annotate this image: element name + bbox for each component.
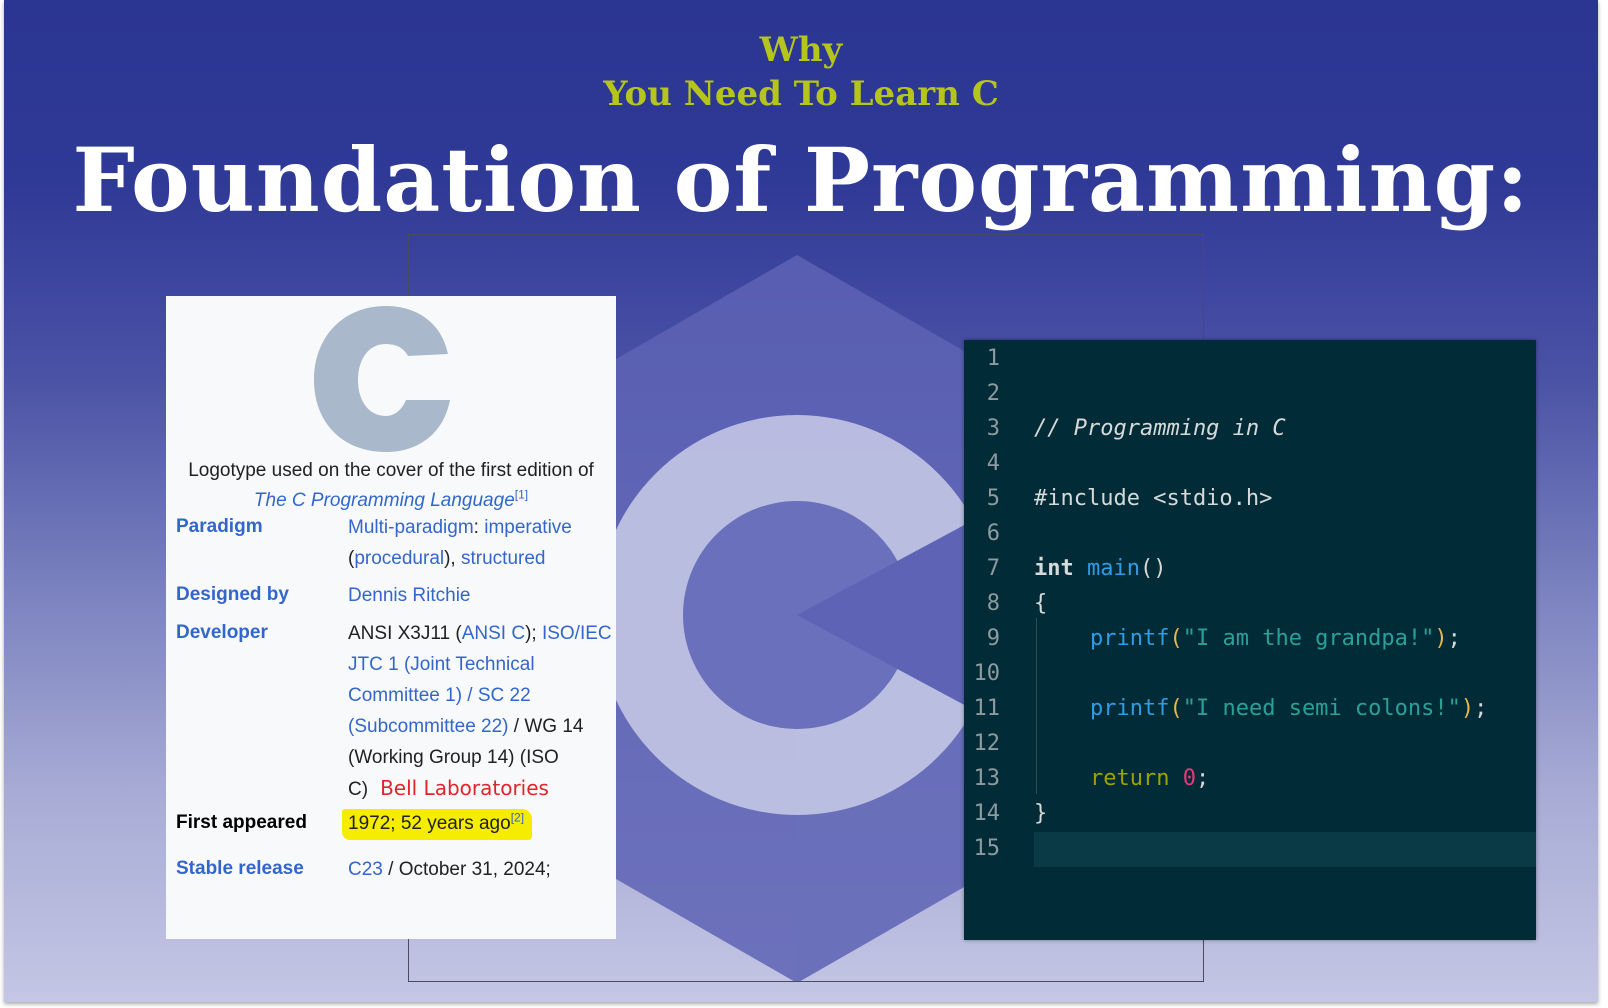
- paradigm-label: Paradigm: [176, 516, 263, 537]
- code-line: 9 printf("I am the grandpa!");: [964, 622, 1536, 657]
- first-appeared-label: First appeared: [176, 812, 307, 833]
- string-literal: "I need semi colons!": [1182, 696, 1461, 721]
- citation-ref-2[interactable]: [2]: [511, 811, 524, 825]
- ansi-c-link[interactable]: ANSI C: [462, 623, 525, 644]
- code-line: 3 // Programming in C: [964, 412, 1536, 447]
- line-number: 12: [973, 731, 1001, 756]
- line-number: 7: [986, 556, 1000, 581]
- line-number: 11: [973, 696, 1001, 721]
- code-line: 13 return 0;: [964, 762, 1536, 797]
- why-subheading: You Need To Learn C: [603, 74, 999, 114]
- code-comment: // Programming in C: [1034, 416, 1286, 441]
- procedural-link[interactable]: procedural: [354, 548, 444, 569]
- code-line: 6: [964, 517, 1536, 552]
- line-number: 1: [986, 346, 1000, 371]
- developer-label: Developer: [176, 622, 268, 643]
- code-editor[interactable]: 1 2 3 // Programming in C 4 5 #include <st…: [964, 340, 1536, 940]
- open-brace: {: [1034, 591, 1048, 616]
- c23-link[interactable]: C23: [348, 859, 383, 880]
- return-keyword: return: [1090, 766, 1170, 791]
- line-number: 6: [986, 521, 1000, 546]
- stable-release-value: C23 / October 31, 2024;: [348, 854, 616, 885]
- code-line: 8{: [964, 587, 1536, 622]
- line-number: 14: [973, 801, 1001, 826]
- developer-text-end: );: [525, 623, 537, 644]
- code-line: 4: [964, 447, 1536, 482]
- close-brace: }: [1034, 801, 1048, 826]
- line-number: 4: [986, 451, 1000, 476]
- code-line: 1: [964, 342, 1536, 377]
- line-number: 15: [973, 836, 1001, 861]
- slide: Why You Need To Learn C Foundation of Pr…: [4, 0, 1598, 1002]
- return-value: 0: [1182, 766, 1196, 791]
- paradigm-value: Multi-paradigm: imperative (procedural),…: [348, 517, 572, 569]
- code-line: 7 int main(): [964, 552, 1536, 587]
- code-line: 14}: [964, 797, 1536, 832]
- developer-text: ANSI X3J11 (: [348, 623, 462, 644]
- string-literal: "I am the grandpa!": [1182, 626, 1435, 651]
- printf-statement-1: printf("I am the grandpa!");: [1090, 626, 1461, 651]
- printf-call: printf: [1090, 696, 1170, 721]
- line-number: 10: [973, 661, 1001, 686]
- book-link[interactable]: The C Programming Language: [254, 490, 515, 511]
- slide-title: Foundation of Programming:: [72, 128, 1530, 232]
- first-appeared-text: 1972; 52 years ago: [348, 813, 511, 834]
- code-line: 11 printf("I need semi colons!");: [964, 692, 1536, 727]
- why-heading: Why: [759, 30, 843, 70]
- line-number: 3: [986, 416, 1000, 441]
- line-number: 8: [986, 591, 1000, 616]
- return-statement: return 0;: [1090, 766, 1209, 791]
- highlighted-year: 1972; 52 years ago[2]: [342, 809, 533, 840]
- wikipedia-infobox: Logotype used on the cover of the first …: [166, 296, 616, 939]
- include-directive: #include <stdio.h>: [1034, 486, 1273, 511]
- int-keyword: int: [1034, 556, 1074, 581]
- parens: (): [1139, 556, 1167, 581]
- stable-release-label: Stable release: [176, 858, 304, 879]
- dennis-ritchie-link[interactable]: Dennis Ritchie: [348, 580, 616, 611]
- caption-text: Logotype used on the cover of the first …: [188, 460, 594, 481]
- multi-paradigm-link[interactable]: Multi-paradigm: [348, 517, 474, 538]
- designed-by-label: Designed by: [176, 584, 289, 605]
- c-logotype-icon: [314, 306, 450, 452]
- active-line-highlight: [1034, 832, 1536, 867]
- main-signature: int main(): [1034, 556, 1166, 581]
- code-line: 10: [964, 657, 1536, 692]
- code-line: 15: [964, 832, 1034, 867]
- printf-call: printf: [1090, 626, 1170, 651]
- line-number: 9: [986, 626, 1000, 651]
- bell-labs-annotation: Bell Laboratories: [380, 776, 549, 800]
- line-number: 2: [986, 381, 1000, 406]
- semicolon: ;: [1195, 766, 1210, 791]
- citation-ref[interactable]: [1]: [515, 488, 528, 502]
- developer-value: ANSI X3J11 (ANSI C); ISO/IEC JTC 1 (Join…: [348, 618, 616, 805]
- main-function: main: [1087, 556, 1140, 581]
- indent-guide: [1036, 618, 1037, 794]
- code-line: 12: [964, 727, 1536, 762]
- first-appeared-value: 1972; 52 years ago[2]: [342, 808, 612, 840]
- line-number: 13: [973, 766, 1001, 791]
- code-line: 2: [964, 377, 1536, 412]
- imperative-link[interactable]: imperative: [484, 517, 572, 538]
- logo-caption: Logotype used on the cover of the first …: [176, 456, 606, 516]
- release-date: / October 31, 2024;: [388, 859, 551, 880]
- structured-link[interactable]: structured: [461, 548, 545, 569]
- line-number: 5: [986, 486, 1000, 511]
- code-line: 5 #include <stdio.h>: [964, 482, 1536, 517]
- printf-statement-2: printf("I need semi colons!");: [1090, 696, 1488, 721]
